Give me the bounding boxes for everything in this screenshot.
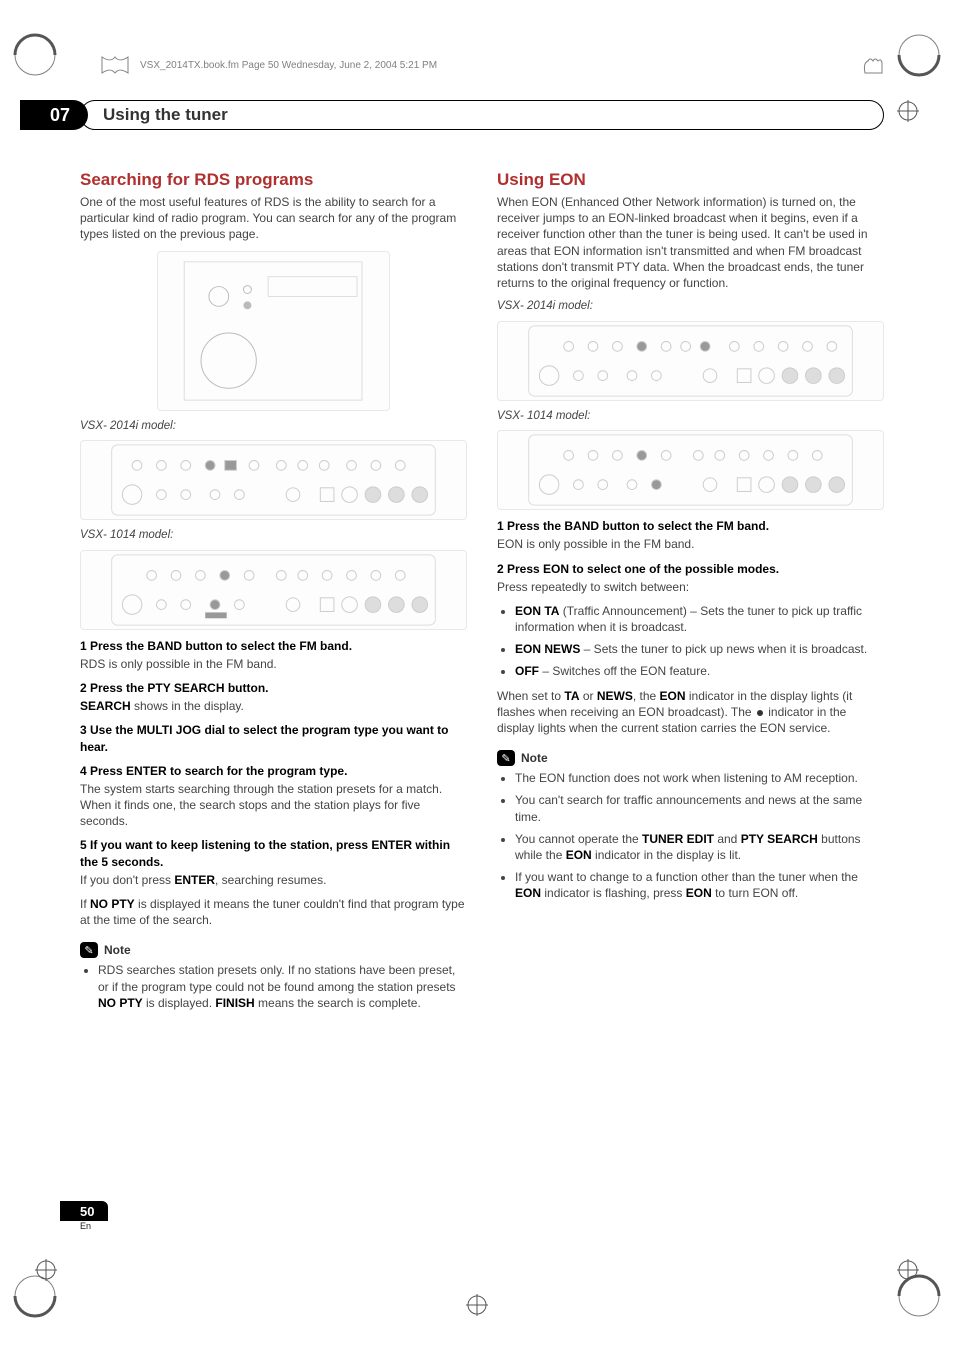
right-heading: Using EON bbox=[497, 170, 884, 190]
note-header-right: ✎ Note bbox=[497, 750, 884, 766]
model-caption-1b: VSX- 1014 model: bbox=[80, 528, 467, 544]
option-eon-news: EON NEWS – Sets the tuner to pick up new… bbox=[515, 641, 884, 657]
eon-options: EON TA (Traffic Announcement) – Sets the… bbox=[497, 603, 884, 680]
note-list-right: The EON function does not work when list… bbox=[497, 770, 884, 901]
pencil-icon: ✎ bbox=[80, 942, 98, 958]
step-1-title: 1 Press the BAND button to select the FM… bbox=[80, 638, 467, 654]
page-footer: 50 En bbox=[60, 1201, 108, 1231]
note-item: You cannot operate the TUNER EDIT and PT… bbox=[515, 831, 884, 863]
rstep-2-desc: Press repeatedly to switch between: bbox=[497, 579, 884, 595]
option-eon-ta: EON TA (Traffic Announcement) – Sets the… bbox=[515, 603, 884, 635]
remote-illustration-1014 bbox=[80, 550, 467, 630]
chapter-bar: 07 Using the tuner bbox=[20, 100, 884, 130]
right-intro: When EON (Enhanced Other Network informa… bbox=[497, 194, 884, 291]
note-header-left: ✎ Note bbox=[80, 942, 467, 958]
step-3-title: 3 Use the MULTI JOG dial to select the p… bbox=[80, 722, 467, 754]
note-label-left: Note bbox=[104, 943, 131, 957]
step-4-desc: The system starts searching through the … bbox=[80, 781, 467, 830]
left-column: Searching for RDS programs One of the mo… bbox=[80, 170, 467, 1019]
rstep-1-title: 1 Press the BAND button to select the FM… bbox=[497, 518, 884, 534]
pencil-icon: ✎ bbox=[497, 750, 515, 766]
receiver-illustration-large bbox=[157, 251, 389, 411]
step-5-title: 5 If you want to keep listening to the s… bbox=[80, 837, 467, 869]
step-1-desc: RDS is only possible in the FM band. bbox=[80, 656, 467, 672]
step-5-desc-a: If you don't press ENTER, searching resu… bbox=[80, 872, 467, 888]
step-2-title: 2 Press the PTY SEARCH button. bbox=[80, 680, 467, 696]
note-list-left: RDS searches station presets only. If no… bbox=[80, 962, 467, 1011]
rstep-2-title: 2 Press EON to select one of the possibl… bbox=[497, 561, 884, 577]
remote-illustration-2014i-r bbox=[497, 321, 884, 401]
right-column: Using EON When EON (Enhanced Other Netwo… bbox=[497, 170, 884, 1019]
page-number: 50 bbox=[60, 1201, 108, 1221]
step-4-title: 4 Press ENTER to search for the program … bbox=[80, 763, 467, 779]
note-item: If you want to change to a function othe… bbox=[515, 869, 884, 901]
step-2-desc: SEARCH shows in the display. bbox=[80, 698, 467, 714]
chapter-number: 07 bbox=[20, 100, 88, 130]
model-caption-2b: VSX- 1014 model: bbox=[497, 409, 884, 425]
note-item: RDS searches station presets only. If no… bbox=[98, 962, 467, 1011]
remote-illustration-2014i bbox=[80, 440, 467, 520]
option-off: OFF – Switches off the EON feature. bbox=[515, 663, 884, 679]
left-heading: Searching for RDS programs bbox=[80, 170, 467, 190]
note-label-right: Note bbox=[521, 751, 548, 765]
rstep-1-desc: EON is only possible in the FM band. bbox=[497, 536, 884, 552]
model-caption-1a: VSX- 2014i model: bbox=[80, 419, 467, 435]
step-5-desc-b: If NO PTY is displayed it means the tune… bbox=[80, 896, 467, 928]
dot-icon bbox=[757, 710, 763, 716]
after-options: When set to TA or NEWS, the EON indicato… bbox=[497, 688, 884, 737]
note-item: The EON function does not work when list… bbox=[515, 770, 884, 786]
section-title: Using the tuner bbox=[80, 100, 884, 130]
page-lang: En bbox=[80, 1221, 108, 1231]
remote-illustration-1014-r bbox=[497, 430, 884, 510]
note-item: You can't search for traffic announcemen… bbox=[515, 792, 884, 824]
left-intro: One of the most useful features of RDS i… bbox=[80, 194, 467, 243]
model-caption-2a: VSX- 2014i model: bbox=[497, 299, 884, 315]
